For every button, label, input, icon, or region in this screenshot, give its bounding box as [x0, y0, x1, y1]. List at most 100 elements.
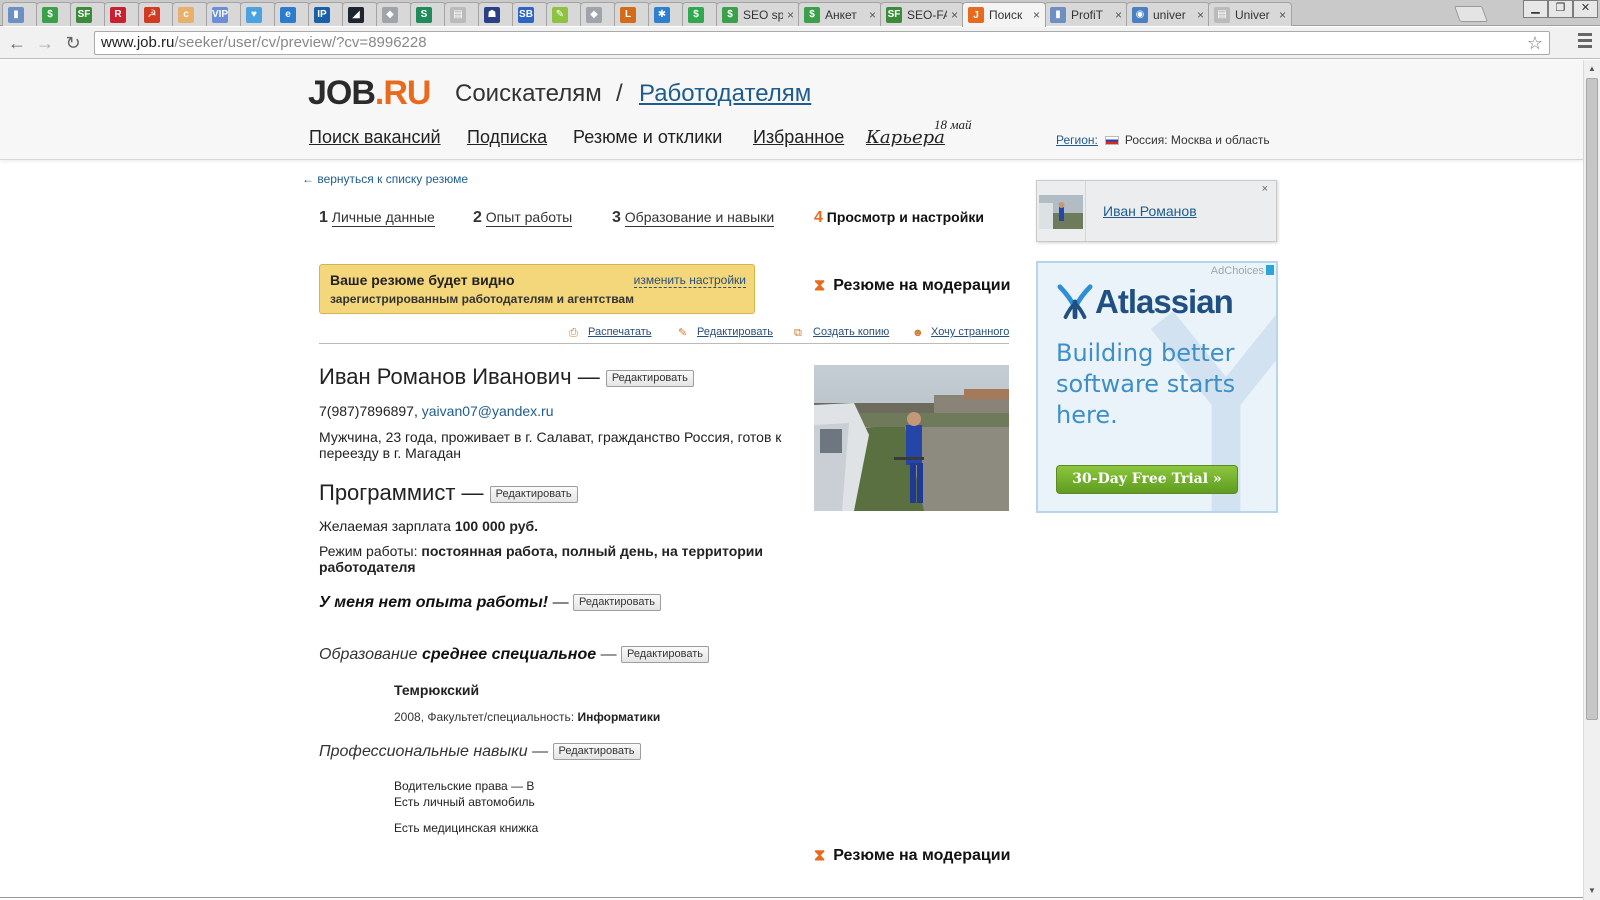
user-card: Иван Романов × [1036, 180, 1277, 242]
browser-tab[interactable]: e [274, 2, 310, 26]
ad-brand: Atlassian [1056, 283, 1234, 321]
school-info: 2008, Факультет/специальность: Информати… [394, 710, 661, 724]
print-link[interactable]: ⎙ Распечатать [569, 326, 651, 339]
browser-tab[interactable]: ♥ [240, 2, 276, 26]
tab-close-icon[interactable]: × [1197, 8, 1204, 22]
tab-close-icon[interactable]: × [1115, 8, 1122, 22]
section-employers-link[interactable]: Работодателям [639, 80, 811, 108]
close-icon[interactable]: × [1262, 183, 1268, 195]
browser-tab[interactable]: ▤ [444, 2, 480, 26]
step-education[interactable]: 3 Образование и навыки [612, 209, 775, 227]
browser-tab[interactable]: ◢ [342, 2, 378, 26]
want-strange-link[interactable]: ☻ Хочу странного [912, 326, 1009, 339]
browser-tab[interactable]: VIP [206, 2, 242, 26]
close-window-button[interactable]: ✕ [1573, 0, 1598, 18]
nav-favorites[interactable]: Избранное [753, 127, 844, 148]
adchoices-label[interactable]: AdChoices [1211, 265, 1274, 277]
tab-favicon-icon: ▮ [1050, 6, 1066, 23]
skill-medical: Есть медицинская книжка [394, 821, 539, 835]
tab-close-icon[interactable]: × [951, 8, 958, 22]
tab-close-icon[interactable]: × [787, 8, 794, 22]
browser-tab[interactable]: SF SEO-FA × [880, 2, 964, 26]
change-settings-link[interactable]: изменить настройки [633, 273, 746, 288]
edit-link[interactable]: ✎ Редактировать [678, 326, 773, 339]
tab-title: SEO sp [743, 7, 783, 22]
browser-tabstrip: ▁ ❐ ✕ ▮ $ SF R ☭ c VIP ♥ e IP ◢ ◆ S ▤ ☗ SB ✎ ◆ L ✱ $ $ SEO sp ×… [0, 0, 1600, 27]
email-link[interactable]: yaivan07@yandex.ru [422, 403, 554, 419]
back-icon[interactable]: ← [6, 32, 28, 54]
region-selector[interactable]: Регион: Россия: Москва и область [1056, 133, 1270, 147]
minimize-button[interactable]: ▁ [1523, 0, 1548, 18]
new-tab-button[interactable] [1454, 6, 1488, 22]
browser-tab[interactable]: ✎ [546, 2, 582, 26]
scroll-down-icon[interactable]: ▼ [1584, 884, 1600, 898]
scrollbar-thumb[interactable] [1586, 78, 1598, 720]
browser-tab[interactable]: ◆ [376, 2, 412, 26]
tab-close-icon[interactable]: × [869, 8, 876, 22]
edit-experience-button[interactable]: Редактировать [573, 594, 662, 612]
browser-tab[interactable]: ▮ [2, 2, 38, 26]
atlassian-ad[interactable]: AdChoices Atlassian Building better soft… [1036, 261, 1278, 513]
tab-favicon-icon: VIP [212, 6, 228, 23]
browser-tab[interactable]: $ [36, 2, 72, 26]
people-icon: ☻ [912, 327, 924, 339]
edit-education-button[interactable]: Редактировать [621, 646, 710, 664]
nav-job-search[interactable]: Поиск вакансий [309, 127, 441, 148]
tab-close-icon[interactable]: × [1279, 8, 1286, 22]
step-personal[interactable]: 1 Личные данные [319, 209, 435, 227]
career-date: 18 май [934, 117, 972, 132]
edit-skills-button[interactable]: Редактировать [552, 743, 641, 761]
tab-favicon-icon: ◢ [348, 6, 364, 23]
address-bar[interactable]: www.job.ru/seeker/user/cv/preview/?cv=89… [94, 31, 1550, 55]
browser-tab[interactable]: ✱ [648, 2, 684, 26]
browser-tab[interactable]: ☭ [138, 2, 174, 26]
nav-subscription[interactable]: Подписка [467, 127, 547, 148]
browser-tab[interactable]: ▮ ProfiT × [1044, 2, 1128, 26]
edit-position-button[interactable]: Редактировать [489, 485, 578, 503]
region-label[interactable]: Регион: [1056, 133, 1098, 147]
browser-tab[interactable]: L [614, 2, 650, 26]
tab-favicon-icon: $ [722, 6, 738, 23]
browser-tab[interactable]: c [172, 2, 208, 26]
browser-tab[interactable]: $ Анкет × [798, 2, 882, 26]
browser-tab[interactable]: S [410, 2, 446, 26]
tab-favicon-icon: $ [688, 6, 704, 23]
browser-tab[interactable]: SB [512, 2, 548, 26]
browser-tab[interactable]: R [104, 2, 140, 26]
browser-tab[interactable]: $ [682, 2, 718, 26]
tab-close-icon[interactable]: × [1033, 8, 1040, 22]
skills-list: Водительские права — B Есть личный автом… [394, 778, 538, 836]
nav-resumes[interactable]: Резюме и отклики [573, 127, 722, 148]
browser-tab[interactable]: J Поиск × [962, 2, 1046, 27]
browser-tab[interactable]: ▤ Univer × [1208, 2, 1292, 26]
moderation-status-bottom: ⧗ Резюме на модерации [814, 847, 1011, 864]
tab-title: Univer [1235, 7, 1270, 22]
browser-menu-icon[interactable] [1578, 33, 1592, 51]
reload-icon[interactable]: ↻ [62, 32, 84, 54]
restore-button[interactable]: ❐ [1548, 0, 1573, 18]
scroll-up-icon[interactable]: ▲ [1584, 62, 1600, 76]
site-logo[interactable]: JOB.RU [308, 74, 431, 113]
create-copy-link[interactable]: ⧉ Создать копию [794, 326, 889, 339]
browser-tab[interactable]: $ SEO sp × [716, 2, 800, 26]
step-experience[interactable]: 2 Опыт работы [473, 209, 573, 227]
free-trial-button[interactable]: 30-Day Free Trial » [1056, 465, 1238, 494]
url-domain: www.job.ru [101, 34, 175, 51]
bookmark-star-icon[interactable]: ☆ [1527, 32, 1543, 54]
tab-favicon-icon: ◆ [382, 6, 398, 23]
edit-name-button[interactable]: Редактировать [605, 369, 694, 387]
browser-tab[interactable]: ◉ univer × [1126, 2, 1210, 26]
forward-icon[interactable]: → [34, 32, 56, 54]
browser-tab[interactable]: ☗ [478, 2, 514, 26]
user-name-link[interactable]: Иван Романов [1103, 203, 1197, 219]
no-experience: У меня нет опыта работы! — Редактировать [319, 594, 662, 612]
user-avatar[interactable] [1039, 195, 1083, 229]
page-scrollbar[interactable]: ▲ ▼ [1583, 60, 1600, 900]
tab-favicon-icon: ▤ [450, 6, 466, 23]
tab-title: ProfiT [1071, 7, 1104, 22]
browser-tab[interactable]: SF [70, 2, 106, 26]
tab-favicon-icon: c [178, 6, 194, 23]
browser-tab[interactable]: IP [308, 2, 344, 26]
browser-tab[interactable]: ◆ [580, 2, 616, 26]
back-to-resumes-link[interactable]: ← вернуться к списку резюме [302, 172, 468, 186]
